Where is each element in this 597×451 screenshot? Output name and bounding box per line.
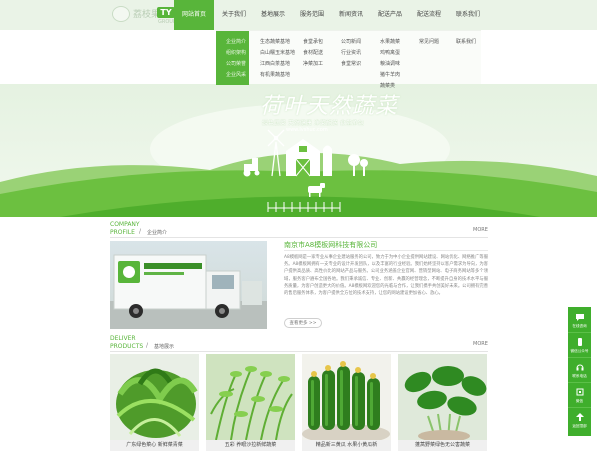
- dropdown-item[interactable]: 企业风采: [216, 70, 246, 81]
- product-image: [302, 354, 391, 440]
- side-wechat-account[interactable]: 微信公众号: [568, 334, 591, 358]
- products-heading-en: DELIVER: [110, 335, 136, 342]
- dropdown-item[interactable]: 联系我们: [456, 37, 476, 48]
- dropdown-item[interactable]: 有机果蔬基地: [260, 70, 295, 81]
- dropdown-col-products: 水果蔬菜 鸡鸭禽蛋 粮油调味 猪牛羊肉 蔬菜类: [380, 37, 400, 92]
- dropdown-item[interactable]: 鸡鸭禽蛋: [380, 48, 400, 59]
- dropdown-item[interactable]: 企业简介: [216, 37, 246, 48]
- qq-icon: [576, 388, 584, 396]
- nav-home[interactable]: 网站首页: [174, 0, 214, 30]
- products-heading-en2: PRODUCTS: [110, 343, 144, 350]
- dropdown-item[interactable]: 行业资讯: [341, 48, 361, 59]
- nav-news[interactable]: 新闻资讯: [331, 0, 371, 30]
- dropdown-item[interactable]: 常见问题: [419, 37, 439, 48]
- side-label: 联系电话: [572, 374, 587, 378]
- side-back-top[interactable]: 返回顶部: [568, 409, 591, 433]
- about-dropdown: 企业简介 组织架构 公司荣誉 企业风采 生态蔬菜基地 白山糯玉米基地 江西白茶基…: [216, 30, 481, 89]
- logo-badge: TY: [157, 7, 175, 18]
- dropdown-item[interactable]: 食堂承包: [303, 37, 323, 48]
- side-label: 微信: [575, 399, 584, 403]
- side-phone[interactable]: 联系电话: [568, 359, 591, 383]
- dropdown-item[interactable]: 净菜加工: [303, 59, 323, 70]
- dropdown-col-contact: 联系我们: [456, 37, 476, 48]
- view-more-button[interactable]: 查看更多 >>: [284, 318, 322, 328]
- dropdown-item[interactable]: 公司新闻: [341, 37, 361, 48]
- dropdown-col-about: 企业简介 组织架构 公司荣誉 企业风采: [216, 31, 249, 85]
- divider: [110, 237, 488, 238]
- company-heading-en2: PROFILE: [110, 229, 135, 236]
- dropdown-item[interactable]: 公司荣誉: [216, 59, 246, 70]
- dropdown-item[interactable]: 粮油调味: [380, 59, 400, 70]
- products-heading-cn: 基地展示: [154, 344, 175, 350]
- dropdown-col-base: 生态蔬菜基地 白山糯玉米基地 江西白茶基地 有机果蔬基地: [260, 37, 295, 81]
- nav-process[interactable]: 配送流程: [409, 0, 449, 30]
- products-more-link[interactable]: MORE: [473, 341, 488, 347]
- chat-icon: [576, 314, 584, 321]
- side-consult[interactable]: 在线咨询: [568, 309, 591, 333]
- product-card[interactable]: 精品新三黄瓜 水果小黄瓜新: [302, 354, 391, 451]
- phone-icon: [578, 338, 582, 346]
- banner-subtitle: 绿色蔬菜 天然健康 净菜配送 食堂承包: [262, 120, 364, 127]
- page: 荔枝果蔬 TY GROUP 网站首页 关于我们 基地展示 服务范围 新闻资讯 配…: [0, 0, 597, 451]
- company-heading-en: COMPANY: [110, 221, 140, 228]
- dropdown-col-news: 公司新闻 行业资讯 食堂常识: [341, 37, 361, 70]
- side-label: 在线咨询: [572, 324, 587, 328]
- banner-url: www.lvshuc.com: [286, 127, 328, 133]
- product-card[interactable]: 蓬蒿野菜绿色无公害蔬菜: [398, 354, 487, 451]
- product-card[interactable]: 广东绿色菜心 新鲜菜青菜: [110, 354, 199, 451]
- company-name[interactable]: 南京市A8模板网科技有限公司: [284, 240, 377, 250]
- heading-separator: /: [139, 228, 142, 235]
- company-description: A8模板网是一家专业从事企业建站服务的公司，致力于为中小企业提供网站建设、网站优…: [284, 255, 488, 297]
- banner-title: 荷叶天然蔬菜: [260, 94, 399, 119]
- dropdown-item[interactable]: 白山糯玉米基地: [260, 48, 295, 59]
- nav-service[interactable]: 服务范围: [292, 0, 332, 30]
- hero-banner: 荷叶天然蔬菜 绿色蔬菜 天然健康 净菜配送 食堂承包 www.lvshuc.co…: [0, 84, 597, 217]
- dropdown-item[interactable]: 组织架构: [216, 48, 246, 59]
- product-caption: 广东绿色菜心 新鲜菜青菜: [110, 440, 199, 451]
- dropdown-item[interactable]: 食材配送: [303, 48, 323, 59]
- product-caption: 蓬蒿野菜绿色无公害蔬菜: [398, 440, 487, 451]
- product-caption: 精品新三黄瓜 水果小黄瓜新: [302, 440, 391, 451]
- nav-products[interactable]: 配送产品: [370, 0, 410, 30]
- truck-icon: [110, 254, 267, 329]
- logo-icon[interactable]: [112, 6, 130, 22]
- product-image: [110, 354, 199, 440]
- nav-contact[interactable]: 联系我们: [448, 0, 488, 30]
- product-image: [398, 354, 487, 440]
- divider: [110, 351, 488, 352]
- product-image: [206, 354, 295, 440]
- dropdown-item[interactable]: 蔬菜类: [380, 81, 400, 92]
- dropdown-item[interactable]: 水果蔬菜: [380, 37, 400, 48]
- product-caption: 五彩 养眼沙拉新鲜蔬菜: [206, 440, 295, 451]
- product-card[interactable]: 五彩 养眼沙拉新鲜蔬菜: [206, 354, 295, 451]
- dropdown-item[interactable]: 食堂常识: [341, 59, 361, 70]
- dropdown-col-service: 食堂承包 食材配送 净菜加工: [303, 37, 323, 70]
- dropdown-col-process: 常见问题: [419, 37, 439, 48]
- side-label: 返回顶部: [572, 424, 587, 428]
- headset-icon: [576, 364, 584, 371]
- dropdown-item[interactable]: 江西白茶基地: [260, 59, 295, 70]
- heading-separator: /: [146, 342, 149, 349]
- side-wechat[interactable]: 微信: [568, 384, 591, 408]
- nav-base[interactable]: 基地展示: [253, 0, 293, 30]
- nav-about[interactable]: 关于我们: [214, 0, 254, 30]
- floating-contact-bar: 在线咨询 微信公众号 联系电话 微信 返回顶部: [568, 307, 591, 436]
- company-heading-cn: 企业简介: [147, 230, 168, 236]
- dropdown-item[interactable]: 生态蔬菜基地: [260, 37, 295, 48]
- delivery-truck-image: [110, 241, 267, 329]
- site-header: 荔枝果蔬 TY GROUP 网站首页 关于我们 基地展示 服务范围 新闻资讯 配…: [0, 0, 597, 30]
- up-icon: [576, 413, 584, 421]
- divider: [284, 250, 488, 251]
- dropdown-item[interactable]: 猪牛羊肉: [380, 70, 400, 81]
- company-more-link[interactable]: MORE: [473, 227, 488, 233]
- side-label: 微信公众号: [570, 349, 589, 353]
